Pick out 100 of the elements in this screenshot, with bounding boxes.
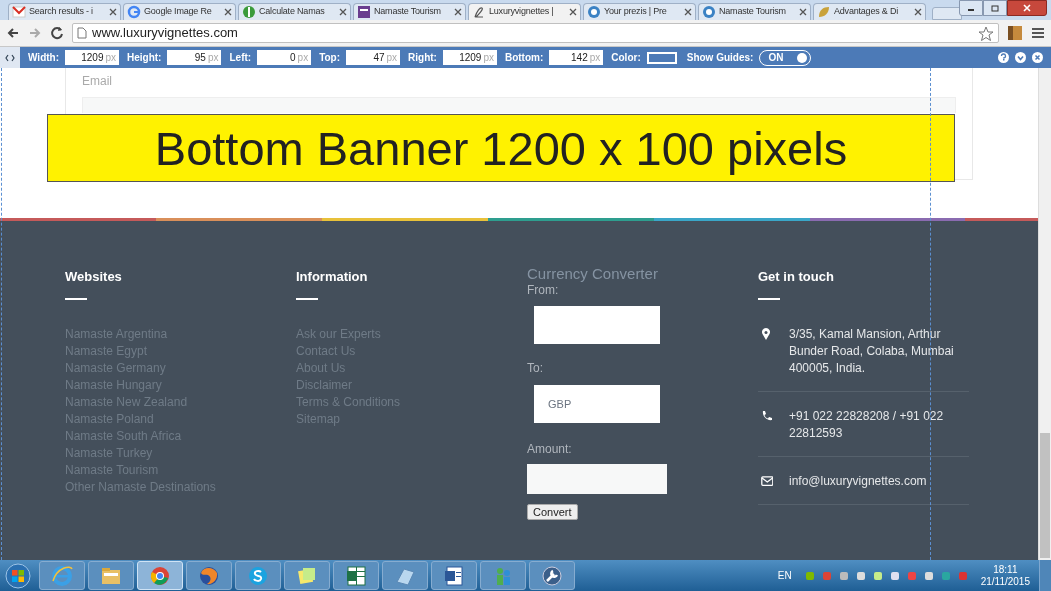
measure-field[interactable]: 0 px — [257, 50, 312, 65]
close-icon — [454, 8, 462, 16]
field-label: To: — [527, 361, 544, 375]
measure-field[interactable]: 142 px — [549, 50, 604, 65]
browser-tab[interactable]: Namaste Tourism — [353, 3, 466, 20]
close-icon — [1023, 4, 1031, 12]
browser-tab[interactable]: Your prezis | Pre — [583, 3, 696, 20]
fox-globe-icon — [198, 564, 220, 587]
taskbar-button[interactable] — [529, 561, 575, 590]
column-title: Currency Converter — [527, 265, 659, 283]
tab-title: Luxuryvignettes | — [489, 5, 555, 19]
field-label: Show Guides: — [686, 51, 754, 65]
field-label: Right: — [408, 51, 437, 65]
scrollbar[interactable] — [1038, 68, 1051, 560]
url-text: www.luxuryvignettes.com — [92, 24, 238, 43]
amount-field[interactable] — [527, 464, 667, 494]
convert-button[interactable]: Convert — [527, 504, 578, 520]
browser-tab[interactable]: Namaste Tourism — [698, 3, 811, 20]
close-icon — [109, 8, 117, 16]
browser-tab[interactable]: Calculate Namas — [238, 3, 351, 20]
scrollbar-thumb[interactable] — [1040, 433, 1050, 558]
taskbar-button[interactable] — [333, 561, 379, 590]
taskbar-button[interactable] — [88, 561, 134, 590]
taskbar-button[interactable] — [431, 561, 477, 590]
back-icon — [6, 26, 20, 40]
from-field[interactable] — [534, 306, 660, 344]
clock-time: 18:11 — [993, 563, 1018, 576]
email-field[interactable] — [82, 97, 956, 113]
close-icon — [339, 8, 347, 16]
dollar-icon — [242, 5, 256, 19]
code-icon — [5, 53, 15, 62]
field-label: Color: — [611, 51, 641, 65]
contact-text: +91 022 22828208 / +91 022 22812593 — [789, 408, 945, 442]
close-button[interactable] — [1007, 0, 1047, 16]
forward-icon — [28, 26, 42, 40]
measure-field[interactable]: 1209 px — [442, 50, 497, 65]
measure-field[interactable]: 1209 px — [65, 50, 119, 65]
square-logo-icon — [357, 5, 371, 19]
taskbar-button[interactable] — [235, 561, 281, 590]
tab-title: Your prezis | Pre — [604, 5, 668, 19]
column-title: Information — [296, 268, 369, 286]
wrench-icon — [541, 564, 563, 587]
tab-title: Search results - i — [29, 5, 94, 19]
minimize-button[interactable] — [959, 0, 983, 16]
clock-date: 21/11/2015 — [980, 575, 1030, 588]
cloud-s-icon — [247, 564, 269, 587]
language-indicator[interactable]: EN — [777, 568, 792, 583]
measure-field[interactable]: 47 px — [346, 50, 401, 65]
browser-tab[interactable]: Search results - i — [8, 3, 121, 20]
tab-title: Namaste Tourism — [374, 5, 442, 19]
browser-tab[interactable]: Luxuryvignettes | — [468, 3, 581, 20]
close-icon — [684, 8, 692, 16]
close-icon — [799, 8, 807, 16]
to-field[interactable]: GBP — [534, 385, 660, 423]
g-logo-icon — [127, 5, 141, 19]
close-icon — [914, 8, 922, 16]
leaf-icon — [817, 5, 831, 19]
document-icon — [443, 564, 465, 587]
measure-field[interactable]: 95 px — [167, 50, 222, 65]
show-desktop-button[interactable] — [1039, 560, 1051, 591]
browser-tab[interactable]: Google Image Re — [123, 3, 236, 20]
globe-icon — [51, 564, 73, 587]
menu-icon — [1031, 26, 1045, 40]
close-icon — [224, 8, 232, 16]
column-title: Websites — [65, 268, 123, 286]
address-bar[interactable]: www.luxuryvignettes.com — [72, 23, 999, 43]
field-label: Top: — [319, 51, 341, 65]
spreadsheet-icon — [345, 564, 367, 587]
field-label: Width: — [28, 51, 59, 65]
close-icon — [1032, 52, 1043, 63]
restore-icon — [991, 4, 999, 12]
tab-title: Advantages & Di — [834, 5, 900, 19]
envelope-icon — [761, 475, 773, 487]
star-icon — [978, 26, 994, 42]
field-label: Amount: — [527, 442, 573, 456]
help-icon — [998, 52, 1009, 63]
guides-toggle[interactable]: ON — [759, 49, 812, 66]
browser-tab[interactable]: Advantages & Di — [813, 3, 926, 20]
page-icon — [77, 27, 87, 39]
circle-logo-icon — [702, 5, 716, 19]
tab-title: Google Image Re — [144, 5, 213, 19]
field-label: Left: — [229, 51, 252, 65]
field-label: Email — [82, 74, 112, 88]
field-label: From: — [527, 283, 560, 297]
contact-text: info@luxuryvignettes.com — [789, 473, 928, 490]
tab-title: Namaste Tourism — [719, 5, 787, 19]
banner: Bottom Banner 1200 x 100 pixels — [47, 114, 955, 182]
close-icon — [569, 8, 577, 16]
phone-icon — [761, 410, 773, 422]
envelope-icon — [12, 5, 26, 19]
color-swatch[interactable] — [646, 51, 677, 64]
field-label: Bottom: — [504, 51, 544, 65]
contact-text: 3/35, Kamal Mansion, Arthur Bunder Road, Colaba, Mumbai 400005, India. — [789, 326, 955, 377]
taskbar-button[interactable] — [186, 561, 232, 590]
pin-icon — [761, 328, 773, 340]
column-title: Get in touch — [758, 268, 835, 286]
download-icon — [1015, 52, 1026, 63]
windows-orb-icon — [5, 562, 31, 589]
script-logo-icon — [472, 5, 486, 19]
reload-icon — [50, 26, 64, 40]
